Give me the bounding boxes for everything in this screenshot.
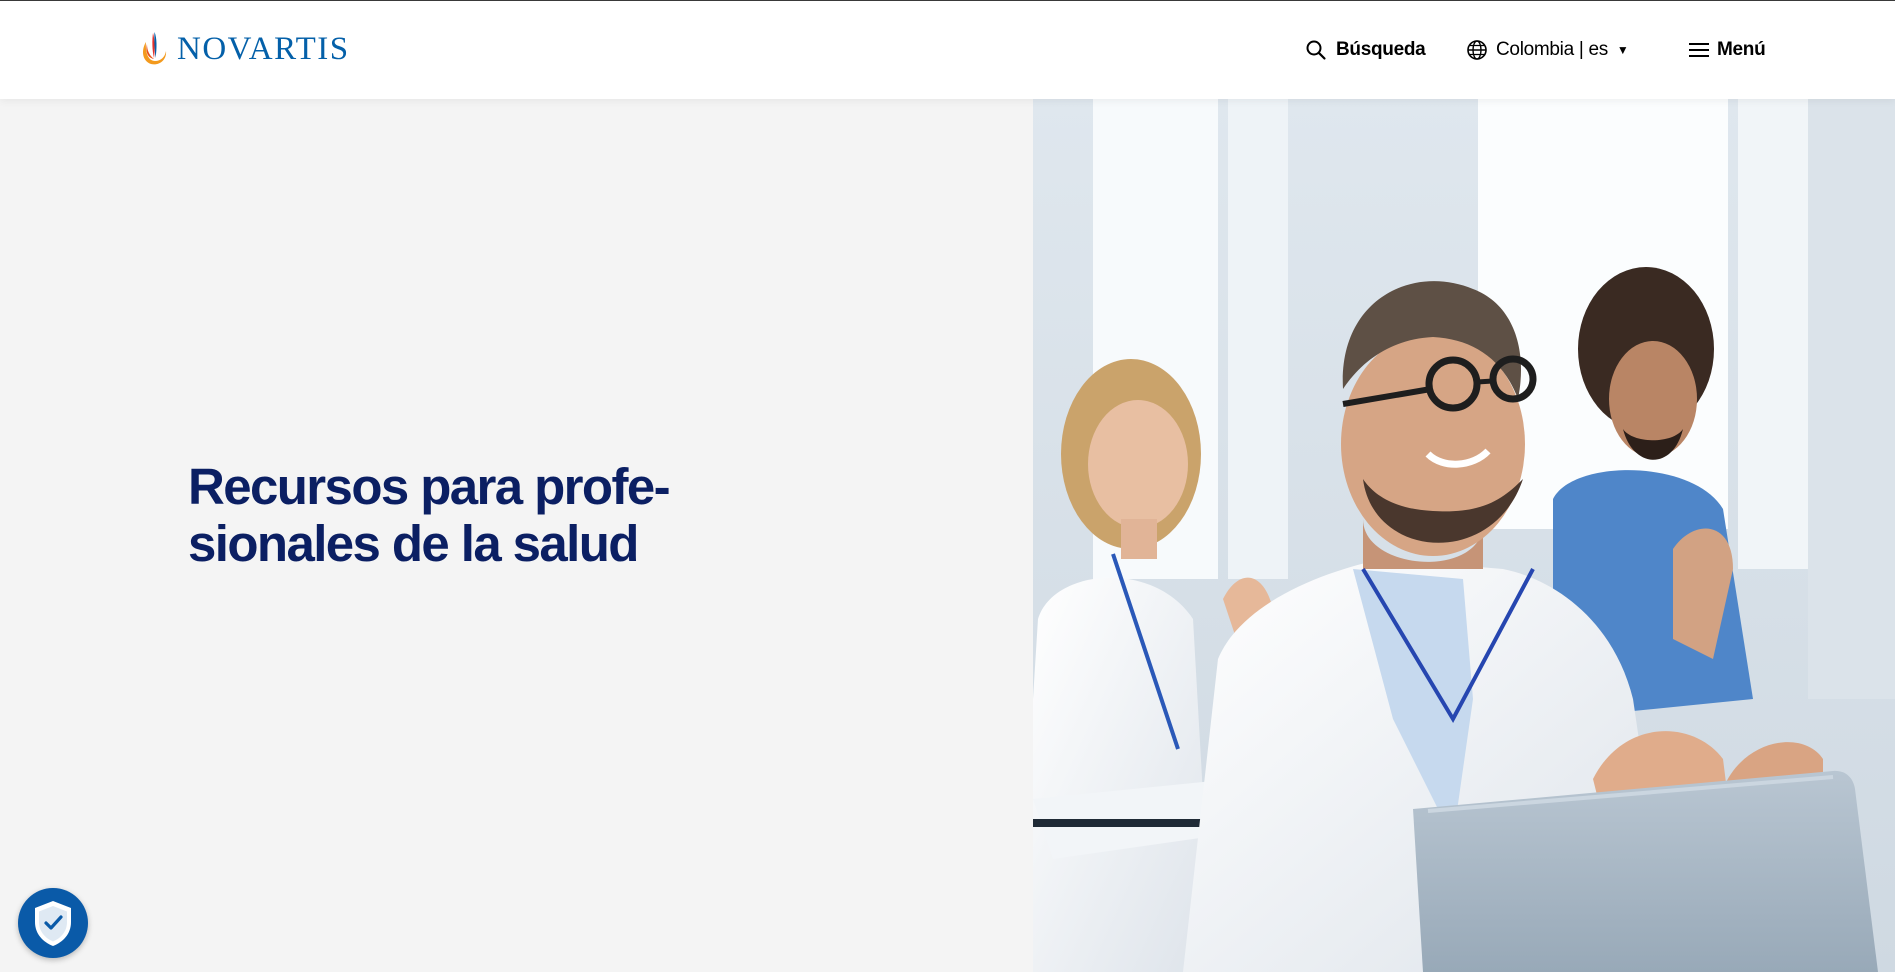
hamburger-icon	[1689, 43, 1709, 57]
page-title-line-1: Recursos para profe-	[188, 458, 671, 515]
cookie-consent-button[interactable]	[18, 888, 88, 958]
globe-icon	[1467, 40, 1487, 60]
search-button[interactable]: Búsqueda	[1305, 35, 1426, 65]
novartis-logo[interactable]: NOVARTIS	[139, 29, 350, 69]
site-header: NOVARTIS Búsqueda Colombia | es ▼ Menú	[0, 1, 1895, 99]
page-title: Recursos para profe- sionales de la salu…	[188, 458, 748, 572]
search-label: Búsqueda	[1336, 39, 1426, 60]
search-icon	[1306, 40, 1326, 60]
logo-wordmark: NOVARTIS	[177, 31, 350, 67]
healthcare-professionals-photo	[1033, 99, 1895, 972]
menu-button[interactable]: Menú	[1688, 35, 1766, 65]
country-language-selector[interactable]: Colombia | es ▼	[1466, 35, 1629, 65]
page-title-line-2: sionales de la salud	[188, 515, 639, 572]
menu-label: Menú	[1717, 39, 1766, 60]
shield-check-icon	[35, 901, 71, 946]
caret-down-icon: ▼	[1616, 43, 1629, 57]
hero-photo	[1033, 99, 1895, 972]
novartis-flame-icon	[143, 32, 167, 65]
country-language-label: Colombia | es	[1496, 39, 1608, 60]
